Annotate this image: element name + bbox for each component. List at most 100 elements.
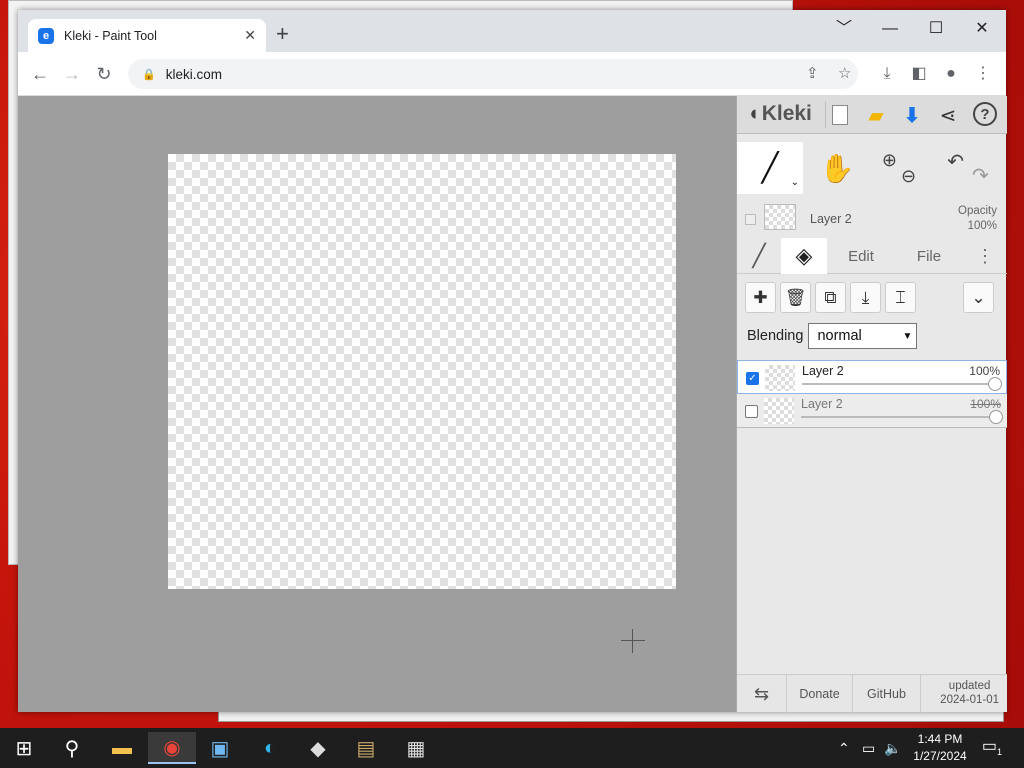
redo-icon[interactable]: ↷ — [972, 163, 989, 188]
add-layer-button[interactable]: ✚ — [745, 282, 776, 313]
canvas-workspace[interactable] — [18, 96, 736, 712]
control-panel-icon[interactable]: ▣ — [196, 732, 244, 764]
new-image-icon — [832, 105, 848, 125]
current-layer-opacity: Opacity 100% — [958, 204, 997, 234]
merge-down-button[interactable]: ⤓ — [850, 282, 881, 313]
donate-link[interactable]: Donate — [787, 675, 853, 713]
lock-icon[interactable]: 🔒 — [142, 68, 156, 81]
forward-arrow-icon[interactable]: → — [60, 62, 84, 86]
profile-avatar-icon[interactable]: ● — [940, 63, 962, 85]
help-icon[interactable]: ? — [973, 102, 997, 126]
plus-icon: ✚ — [753, 287, 768, 307]
layer-visibility-checkbox[interactable] — [745, 405, 758, 418]
panel-header: ◖Kleki ▰ ⬇ ⋖ ? — [737, 96, 1007, 134]
maximize-button[interactable]: ☐ — [916, 16, 956, 42]
eraser-app-icon[interactable]: ◆ — [294, 732, 342, 764]
downloads-icon[interactable]: ⤓ — [876, 63, 898, 85]
layers-icon: ◈ — [795, 243, 813, 268]
layer-opacity-knob[interactable] — [989, 410, 1003, 424]
blending-row: Blending normal ▼ — [747, 322, 1003, 350]
url-text[interactable]: kleki.com — [166, 67, 222, 82]
tab-brush[interactable]: ╱ — [737, 238, 781, 274]
notepad-app-icon[interactable]: ▤ — [342, 732, 390, 764]
page-content: ◖Kleki ▰ ⬇ ⋖ ? ╱ ⌄ ✋ ⊕ ⊖ ↶ ↷ Layer 2 Opa… — [18, 96, 1007, 713]
blending-select[interactable]: normal ▼ — [808, 323, 918, 349]
network-icon[interactable]: ▭ — [862, 728, 875, 768]
chevron-down-icon[interactable]: ⌄ — [791, 177, 799, 188]
swap-side-icon[interactable]: ⇆ — [737, 675, 787, 713]
clock-time: 1:44 PM — [917, 732, 963, 746]
zoom-out-icon[interactable]: ⊖ — [901, 166, 916, 187]
opacity-label: Opacity — [958, 205, 997, 217]
undo-icon[interactable]: ↶ — [947, 149, 964, 174]
share-icon[interactable]: ⇪ — [806, 59, 819, 89]
edge-icon[interactable]: ◐ — [246, 732, 294, 764]
tab-kleki[interactable]: e Kleki - Paint Tool ✕ — [28, 19, 266, 52]
updated-info[interactable]: updated 2024-01-01 — [940, 679, 999, 707]
delete-layer-button[interactable]: 🗑 — [780, 282, 811, 313]
minimize-button[interactable]: — — [870, 16, 910, 42]
hand-tool-button[interactable]: ✋ — [807, 142, 867, 194]
undo-redo-group: ↶ ↷ — [933, 142, 1003, 194]
calculator-icon[interactable]: ▦ — [392, 732, 440, 764]
blending-label: Blending — [747, 328, 804, 344]
side-panel-icon[interactable]: ◧ — [908, 63, 930, 85]
new-tab-button[interactable]: + — [276, 23, 289, 45]
kleki-bird-icon: ◖ — [747, 102, 760, 125]
divider — [825, 102, 826, 128]
brush-tool-button[interactable]: ╱ ⌄ — [737, 142, 803, 194]
tab-edit[interactable]: Edit — [829, 238, 893, 274]
current-layer-checkbox — [745, 214, 756, 225]
layer-row[interactable]: ✓ Layer 2 100% — [737, 360, 1007, 394]
new-image-button[interactable] — [827, 102, 853, 128]
zoom-in-icon[interactable]: ⊕ — [882, 150, 897, 171]
updated-date: 2024-01-01 — [940, 694, 999, 706]
chrome-menu-icon[interactable]: ⋮ — [972, 63, 994, 85]
tab-layers[interactable]: ◈ — [781, 238, 827, 274]
layer-row[interactable]: Layer 2 100% — [737, 394, 1007, 428]
layer-thumbnail — [764, 398, 794, 424]
layer-opacity: 100% — [970, 397, 1001, 411]
layer-opacity-slider[interactable] — [802, 383, 995, 385]
windows-taskbar: ⊞ ⚲ ▬ ◉ ▣ ◐ ◆ ▤ ▦ ⌃ ▭ 🔈 1:44 PM 1/27/202… — [0, 728, 1024, 768]
github-link[interactable]: GitHub — [853, 675, 921, 713]
tab-close-icon[interactable]: ✕ — [244, 27, 256, 44]
more-options-icon[interactable]: ⋮ — [971, 238, 999, 274]
layer-visibility-checkbox[interactable]: ✓ — [746, 372, 759, 385]
bookmark-star-icon[interactable]: ☆ — [838, 59, 851, 89]
system-clock[interactable]: 1:44 PM 1/27/2024 — [908, 731, 972, 765]
open-folder-icon[interactable]: ▰ — [863, 102, 889, 128]
paint-canvas[interactable] — [168, 154, 676, 589]
omnibox[interactable]: 🔒 kleki.com ⇪ ☆ — [128, 59, 858, 89]
merge-down-icon: ⤓ — [861, 287, 870, 307]
tool-row: ╱ ⌄ ✋ ⊕ ⊖ ↶ ↷ — [737, 142, 1007, 194]
expand-button[interactable]: ⌄ — [963, 282, 994, 313]
show-hidden-icons-icon[interactable]: ⌃ — [838, 728, 850, 768]
blending-value: normal — [817, 328, 862, 344]
close-window-button[interactable]: ✕ — [962, 16, 1002, 42]
reload-icon[interactable]: ↻ — [92, 62, 116, 86]
duplicate-layer-button[interactable]: ⧉ — [815, 282, 846, 313]
rename-layer-button[interactable]: ⌶ — [885, 282, 916, 313]
layer-opacity-knob[interactable] — [988, 377, 1002, 391]
chrome-icon[interactable]: ◉ — [148, 732, 196, 764]
file-explorer-icon[interactable]: ▬ — [98, 732, 146, 764]
notification-center-icon[interactable]: ▭1 — [980, 736, 1004, 760]
layer-name: Layer 2 — [801, 397, 843, 411]
chrome-window: e Kleki - Paint Tool ✕ + ﹀ — ☐ ✕ ← → ↻ 🔒… — [18, 10, 1007, 713]
panel-footer: ⇆ Donate GitHub updated 2024-01-01 — [737, 674, 1007, 713]
tab-file[interactable]: File — [897, 238, 961, 274]
layer-name: Layer 2 — [802, 364, 844, 378]
share-network-icon[interactable]: ⋖ — [935, 102, 961, 128]
search-icon[interactable]: ⚲ — [48, 732, 96, 764]
updated-label: updated — [948, 680, 991, 692]
kleki-logo[interactable]: ◖Kleki — [747, 102, 812, 126]
notification-count: 1 — [997, 747, 1003, 758]
panel-tabs: ╱ ◈ Edit File ⋮ — [737, 238, 1007, 274]
layer-opacity-slider[interactable] — [801, 416, 994, 418]
back-arrow-icon[interactable]: ← — [28, 62, 52, 86]
volume-muted-icon[interactable]: 🔈 — [884, 728, 901, 768]
tab-search-button[interactable]: ﹀ — [824, 16, 864, 42]
start-windows-icon[interactable]: ⊞ — [0, 732, 48, 764]
save-download-icon[interactable]: ⬇ — [899, 102, 925, 128]
